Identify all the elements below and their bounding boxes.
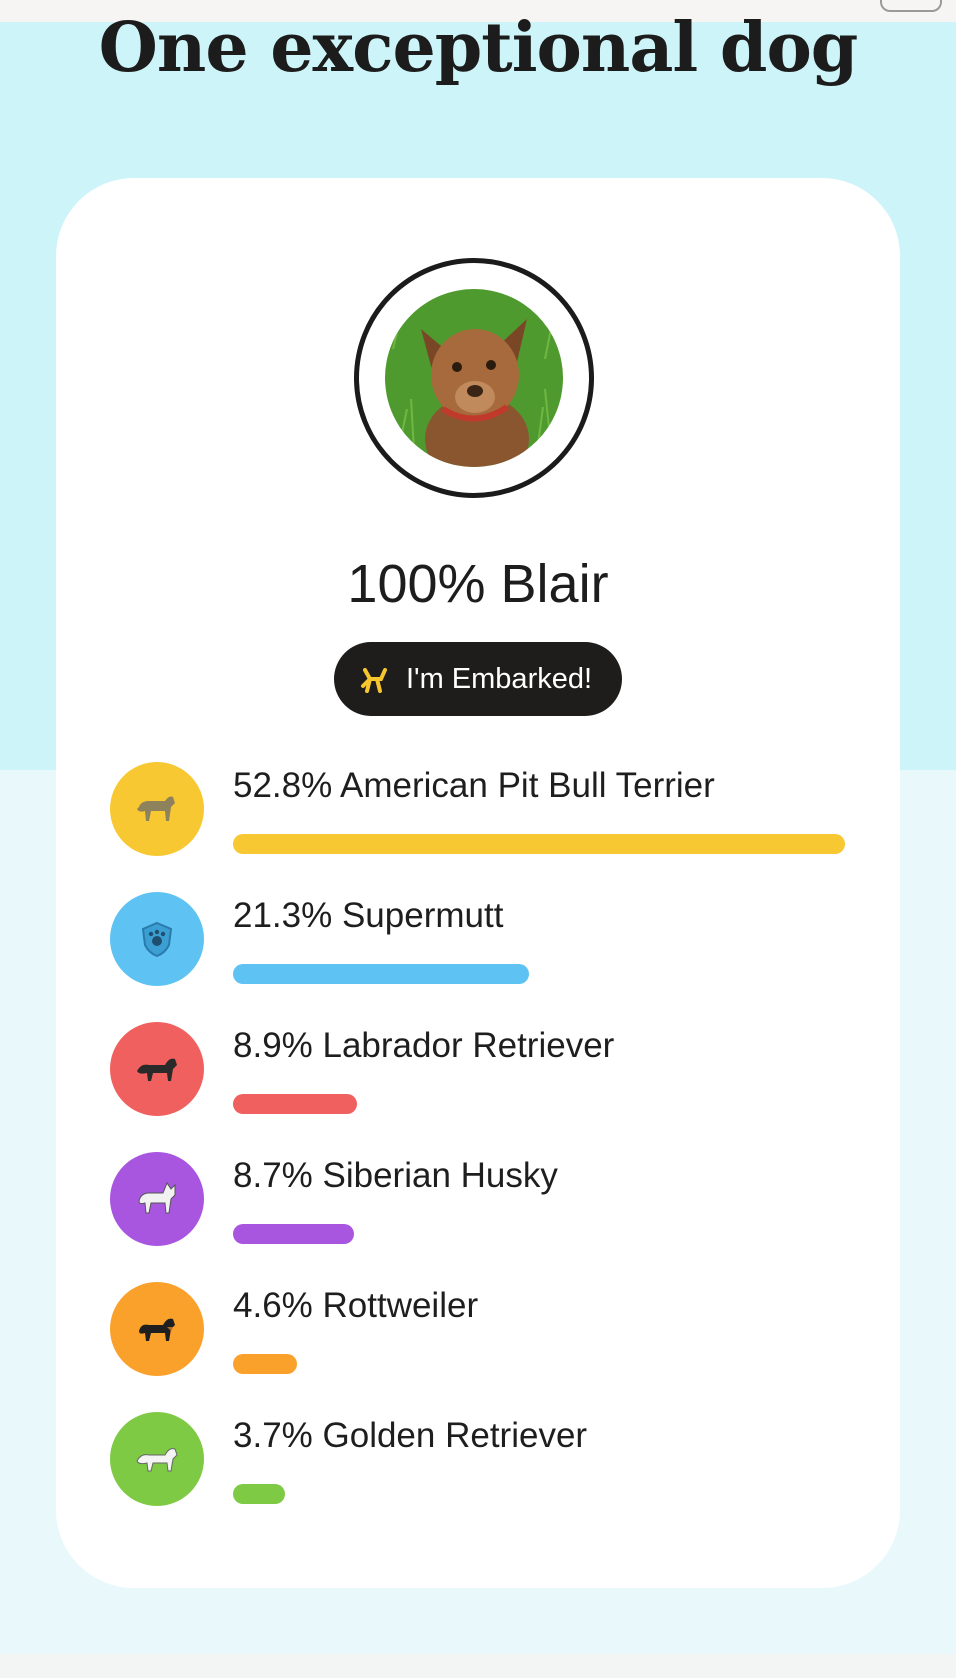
husky-icon <box>110 1152 204 1246</box>
dog-name-heading: 100% Blair <box>347 554 609 614</box>
breed-label: 3.7% Golden Retriever <box>233 1416 588 1455</box>
breed-label: 8.7% Siberian Husky <box>233 1156 558 1195</box>
breed-label: 21.3% Supermutt <box>233 896 504 935</box>
rottweiler-icon <box>110 1282 204 1376</box>
breed-row-pit-bull[interactable]: 52.8% American Pit Bull Terrier <box>110 762 850 858</box>
breed-percent-bar <box>233 1094 357 1114</box>
breed-percent-bar <box>233 964 529 984</box>
page-headline: One exceptional dog <box>98 8 859 88</box>
breed-row-rottweiler[interactable]: 4.6% Rottweiler <box>110 1282 850 1378</box>
golden-retriever-icon <box>110 1412 204 1506</box>
breed-percent-bar <box>233 834 845 854</box>
balloon-dog-icon <box>348 655 396 703</box>
dog-photo <box>385 289 563 467</box>
breed-row-supermutt[interactable]: 21.3% Supermutt <box>110 892 850 988</box>
badge-label: I'm Embarked! <box>406 662 593 695</box>
breed-row-husky[interactable]: 8.7% Siberian Husky <box>110 1152 850 1248</box>
embarked-badge[interactable]: I'm Embarked! <box>334 642 622 716</box>
labrador-icon <box>110 1022 204 1116</box>
breed-percent-bar <box>233 1484 285 1504</box>
supermutt-shield-icon <box>110 892 204 986</box>
pit-bull-icon <box>110 762 204 856</box>
breed-label: 52.8% American Pit Bull Terrier <box>233 766 715 805</box>
breed-label: 8.9% Labrador Retriever <box>233 1026 615 1065</box>
breed-row-labrador[interactable]: 8.9% Labrador Retriever <box>110 1022 850 1118</box>
bottom-edge <box>0 1654 956 1678</box>
breed-row-golden-retriever[interactable]: 3.7% Golden Retriever <box>110 1412 850 1508</box>
breed-label: 4.6% Rottweiler <box>233 1286 479 1325</box>
breed-percent-bar <box>233 1354 297 1374</box>
breed-percent-bar <box>233 1224 354 1244</box>
